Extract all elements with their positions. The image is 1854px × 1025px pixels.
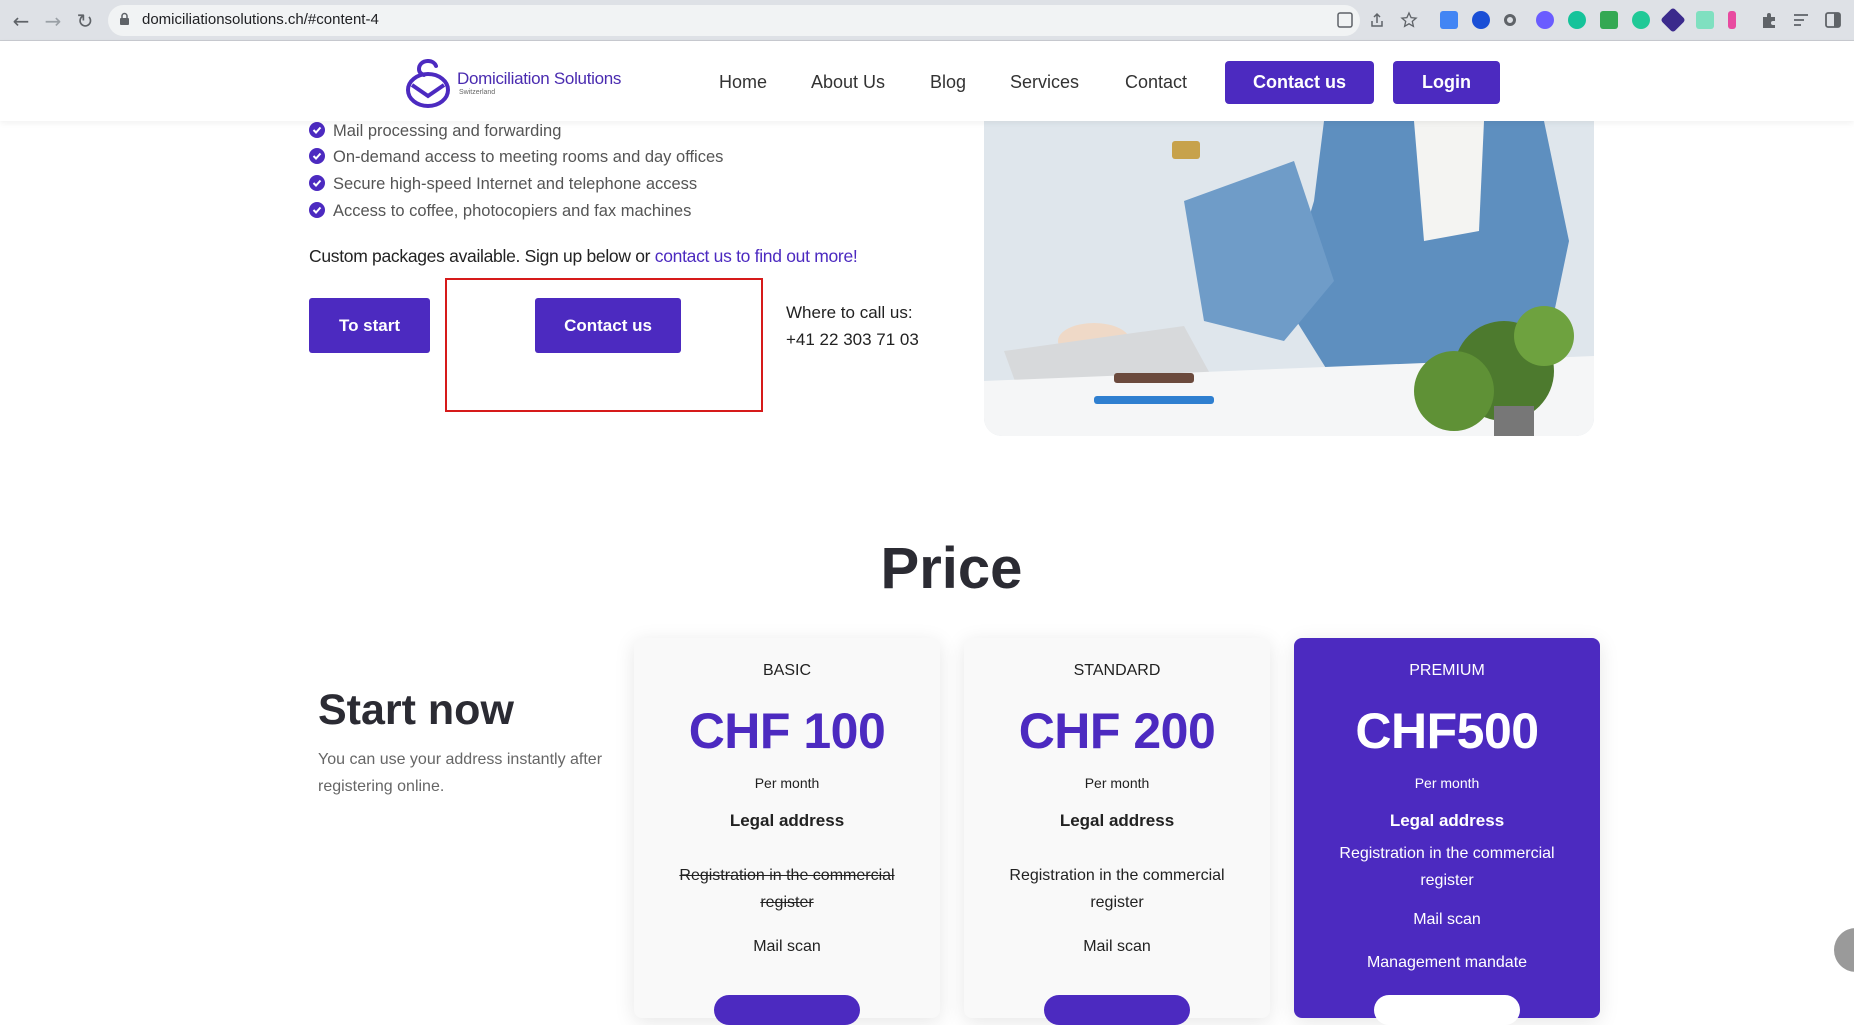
custom-packages-text: Custom packages available. Sign up below… (309, 246, 858, 266)
price-heading: Price (880, 536, 1023, 601)
start-now-heading: Start now (318, 686, 514, 734)
extension-icon[interactable] (1660, 7, 1686, 33)
plan-feature: Management mandate (1366, 954, 1528, 971)
plan-select-button[interactable] (1374, 995, 1520, 1025)
contact-link[interactable]: contact us to find out more! (655, 246, 858, 266)
nav-about-us[interactable]: About Us (811, 72, 885, 93)
plan-period: Per month (1084, 775, 1150, 791)
arrow-right-icon[interactable]: → (40, 8, 66, 34)
feature-item: Secure high-speed Internet and telephone… (333, 175, 698, 193)
plan-tier: PREMIUM (1409, 662, 1485, 679)
plan-feature-excluded: Registration in the commercial register (679, 867, 895, 911)
plan-price: CHF 200 (1018, 703, 1216, 759)
side-panel-icon[interactable] (1824, 11, 1842, 29)
extension-icon[interactable] (1440, 11, 1458, 29)
plan-tier: STANDARD (1073, 662, 1161, 679)
plan-select-button[interactable] (1044, 995, 1190, 1025)
plan-select-button[interactable] (714, 995, 860, 1025)
extension-icon[interactable] (1472, 11, 1490, 29)
hero-photo (984, 121, 1594, 436)
plan-feature: Registration in the commercial register (1339, 845, 1555, 889)
feature-item: Access to coffee, photocopiers and fax m… (333, 202, 692, 220)
plan-period: Per month (1414, 775, 1480, 791)
woman-at-laptop-image (984, 121, 1594, 436)
site-header: Domiciliation Solutions Switzerland Home… (0, 41, 1854, 121)
extension-icon[interactable] (1600, 11, 1618, 29)
nav-home[interactable]: Home (719, 72, 767, 93)
check-icon (309, 122, 325, 138)
feature-item: On-demand access to meeting rooms and da… (333, 148, 724, 166)
plan-price: CHF500 (1355, 703, 1539, 759)
feature-item: Mail processing and forwarding (333, 122, 562, 140)
extension-icon[interactable] (1536, 11, 1554, 29)
extension-icon[interactable] (1696, 11, 1714, 29)
check-icon (309, 175, 325, 191)
call-label: Where to call us: (786, 303, 913, 322)
url-text[interactable]: domiciliationsolutions.ch/#content-4 (142, 11, 379, 28)
extension-icon[interactable] (1728, 11, 1736, 29)
plan-tier: BASIC (762, 662, 811, 679)
header-contact-button[interactable]: Contact us (1225, 61, 1374, 104)
phone-number[interactable]: +41 22 303 71 03 (786, 330, 919, 350)
plan-period: Per month (754, 775, 820, 791)
pricing-card-standard: STANDARD CHF 200 Per month Legal address… (964, 638, 1270, 1025)
plan-feature: Legal address (1389, 811, 1505, 830)
plan-feature: Mail scan (753, 938, 821, 955)
pricing-card-basic: BASIC CHF 100 Per month Legal address Re… (634, 638, 940, 1025)
logo-subtitle: Switzerland (459, 89, 496, 96)
star-icon[interactable] (1400, 11, 1418, 29)
nav-contact[interactable]: Contact (1125, 72, 1187, 93)
to-start-button[interactable]: To start (309, 298, 430, 353)
puzzle-icon[interactable] (1760, 11, 1778, 29)
nav-blog[interactable]: Blog (930, 72, 966, 93)
logo-icon[interactable] (404, 57, 452, 109)
lock-icon (120, 12, 129, 25)
check-icon (309, 148, 325, 164)
extension-icon[interactable] (1632, 11, 1650, 29)
plan-feature: Mail scan (1413, 911, 1481, 928)
start-now-subtitle: You can use your address instantly after… (318, 751, 603, 795)
plan-feature: Legal address (1059, 811, 1175, 830)
plan-feature: Mail scan (1083, 938, 1151, 955)
check-icon (309, 202, 325, 218)
scroll-top-button[interactable] (1834, 928, 1854, 972)
share-icon[interactable] (1368, 11, 1386, 29)
plan-price: CHF 100 (688, 703, 886, 759)
pricing-card-premium: PREMIUM CHF500 Per month Legal address R… (1294, 638, 1600, 1025)
reading-list-icon[interactable] (1792, 11, 1810, 29)
login-button[interactable]: Login (1393, 61, 1500, 104)
nav-services[interactable]: Services (1010, 72, 1079, 93)
contact-us-button[interactable]: Contact us (535, 298, 681, 353)
plan-feature: Registration in the commercial register (1009, 867, 1225, 911)
translate-icon[interactable] (1336, 11, 1354, 29)
extension-icon[interactable] (1504, 14, 1516, 26)
logo-name[interactable]: Domiciliation Solutions (457, 69, 621, 89)
browser-toolbar: ← → ↻ domiciliationsolutions.ch/#content… (0, 0, 1854, 41)
grammarly-icon[interactable] (1568, 11, 1586, 29)
plan-feature: Legal address (729, 811, 845, 830)
reload-icon[interactable]: ↻ (72, 8, 98, 34)
arrow-left-icon[interactable]: ← (8, 8, 34, 34)
